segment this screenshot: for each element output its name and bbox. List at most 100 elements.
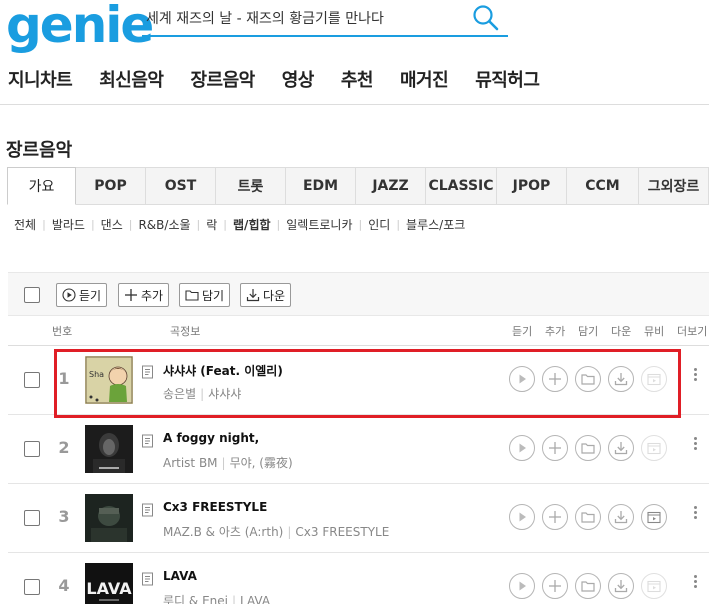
nav-chart[interactable]: 지니차트 xyxy=(8,66,73,92)
table-row[interactable]: 3 Cx3 FREESTYLE MAZ.B & 아츠 (A:rth) | Cx3 F… xyxy=(8,484,709,553)
tab-jpop[interactable]: JPOP xyxy=(497,167,567,205)
listen-selected-button[interactable]: 듣기 xyxy=(56,283,108,307)
select-all-checkbox[interactable] xyxy=(24,287,40,303)
tab-jazz[interactable]: JAZZ xyxy=(356,167,426,205)
tab-ccm[interactable]: CCM xyxy=(567,167,639,205)
song-info-icon[interactable] xyxy=(141,572,155,586)
song-info-icon[interactable] xyxy=(141,503,155,517)
nav-recommend[interactable]: 추천 xyxy=(341,66,374,92)
play-icon xyxy=(519,443,526,453)
artist-link[interactable]: 루디 & Enei xyxy=(163,594,228,604)
add-button[interactable] xyxy=(542,573,568,599)
artist-link[interactable]: MAZ.B & 아츠 (A:rth) xyxy=(163,525,283,539)
subgenre-indie[interactable]: 인디 xyxy=(362,216,396,233)
row-checkbox[interactable] xyxy=(24,579,40,595)
subgenre-hiphop[interactable]: 랩/힙합 xyxy=(227,216,277,233)
nav-genre[interactable]: 장르음악 xyxy=(191,66,256,92)
song-title[interactable]: A foggy night, xyxy=(163,431,259,445)
subgenre-rnb[interactable]: R&B/소울 xyxy=(132,216,196,233)
song-meta: 루디 & Enei | LAVA xyxy=(163,592,270,604)
video-icon xyxy=(647,580,661,593)
tab-pop[interactable]: POP xyxy=(76,167,146,205)
add-selected-button[interactable]: 추가 xyxy=(118,283,170,307)
col-mv: 뮤비 xyxy=(644,325,665,338)
more-options-icon[interactable] xyxy=(692,435,698,455)
save-button[interactable] xyxy=(575,573,601,599)
tab-etc[interactable]: 그외장르 xyxy=(639,167,709,205)
song-title[interactable]: Cx3 FREESTYLE xyxy=(163,500,267,514)
more-options-icon[interactable] xyxy=(692,573,698,593)
table-header: 번호 곡정보 듣기 추가 담기 다운 뮤비 더보기 xyxy=(8,318,709,346)
mv-button[interactable] xyxy=(641,504,667,530)
header-divider xyxy=(0,104,709,105)
search-icon[interactable] xyxy=(472,4,500,32)
search-input[interactable] xyxy=(146,6,466,30)
album-link[interactable]: 무야, (霧夜) xyxy=(230,456,293,470)
download-button[interactable] xyxy=(608,504,634,530)
add-button[interactable] xyxy=(542,435,568,461)
artist-link[interactable]: Artist BM xyxy=(163,456,218,470)
subgenre-all[interactable]: 전체 xyxy=(14,216,42,233)
nav-newest[interactable]: 최신음악 xyxy=(99,66,164,92)
download-icon xyxy=(246,289,260,302)
row-checkbox[interactable] xyxy=(24,372,40,388)
album-cover[interactable] xyxy=(85,494,133,542)
song-info-icon[interactable] xyxy=(141,434,155,448)
album-link[interactable]: LAVA xyxy=(240,594,270,604)
add-button[interactable] xyxy=(542,504,568,530)
tab-ost[interactable]: OST xyxy=(146,167,216,205)
album-cover[interactable]: LAVA xyxy=(85,563,133,604)
page-title: 장르음악 xyxy=(6,140,73,161)
tab-trot[interactable]: 트롯 xyxy=(216,167,286,205)
tab-edm[interactable]: EDM xyxy=(286,167,356,205)
play-button[interactable] xyxy=(509,435,535,461)
col-more: 더보기 xyxy=(677,325,708,338)
search-bar xyxy=(142,2,508,37)
save-button[interactable] xyxy=(575,435,601,461)
nav-musichug[interactable]: 뮤직허그 xyxy=(475,66,540,92)
album-cover[interactable] xyxy=(85,425,133,473)
row-checkbox[interactable] xyxy=(24,510,40,526)
download-icon xyxy=(614,442,628,455)
mv-button xyxy=(641,573,667,599)
add-label: 추가 xyxy=(141,288,164,303)
download-button[interactable] xyxy=(608,435,634,461)
mv-button xyxy=(641,435,667,461)
download-selected-button[interactable]: 다운 xyxy=(240,283,292,307)
subgenre-blues-folk[interactable]: 블루스/포크 xyxy=(400,216,471,233)
folder-icon xyxy=(581,443,595,454)
download-button[interactable] xyxy=(608,573,634,599)
tab-classic[interactable]: CLASSIC xyxy=(426,167,497,205)
listen-label: 듣기 xyxy=(79,288,102,303)
folder-icon xyxy=(581,581,595,592)
subgenre-electronica[interactable]: 일렉트로니카 xyxy=(280,216,358,233)
save-button[interactable] xyxy=(575,504,601,530)
play-icon xyxy=(62,288,76,302)
download-icon xyxy=(614,580,628,593)
nav-magazine[interactable]: 매거진 xyxy=(400,66,449,92)
plus-icon xyxy=(125,289,137,301)
play-button[interactable] xyxy=(509,504,535,530)
genie-logo[interactable]: genie xyxy=(6,0,154,50)
col-info: 곡정보 xyxy=(170,325,201,338)
song-title[interactable]: LAVA xyxy=(163,569,197,583)
subgenre-dance[interactable]: 댄스 xyxy=(95,216,129,233)
table-row[interactable]: 2 A foggy night, Artist BM | 무야, (霧夜) xyxy=(8,415,709,484)
subgenre-rock[interactable]: 락 xyxy=(200,216,223,233)
plus-icon xyxy=(549,442,561,454)
more-options-icon[interactable] xyxy=(692,504,698,524)
col-number: 번호 xyxy=(52,325,73,338)
subgenre-ballad[interactable]: 발라드 xyxy=(46,216,91,233)
folder-icon xyxy=(581,512,595,523)
save-selected-button[interactable]: 담기 xyxy=(179,283,231,307)
row-checkbox[interactable] xyxy=(24,441,40,457)
nav-video[interactable]: 영상 xyxy=(282,66,315,92)
subgenre-list: 전체 | 발라드 | 댄스 | R&B/소울 | 락 | 랩/힙합 | 일렉트로니카 | 인디… xyxy=(14,216,471,233)
download-icon xyxy=(614,511,628,524)
tab-kpop[interactable]: 가요 xyxy=(7,167,76,205)
album-link[interactable]: Cx3 FREESTYLE xyxy=(295,525,389,539)
col-save: 담기 xyxy=(578,325,599,338)
play-button[interactable] xyxy=(509,573,535,599)
more-options-icon[interactable] xyxy=(692,366,698,386)
table-row[interactable]: 4 LAVA LAVA 루디 & Enei | LAVA xyxy=(8,553,709,604)
